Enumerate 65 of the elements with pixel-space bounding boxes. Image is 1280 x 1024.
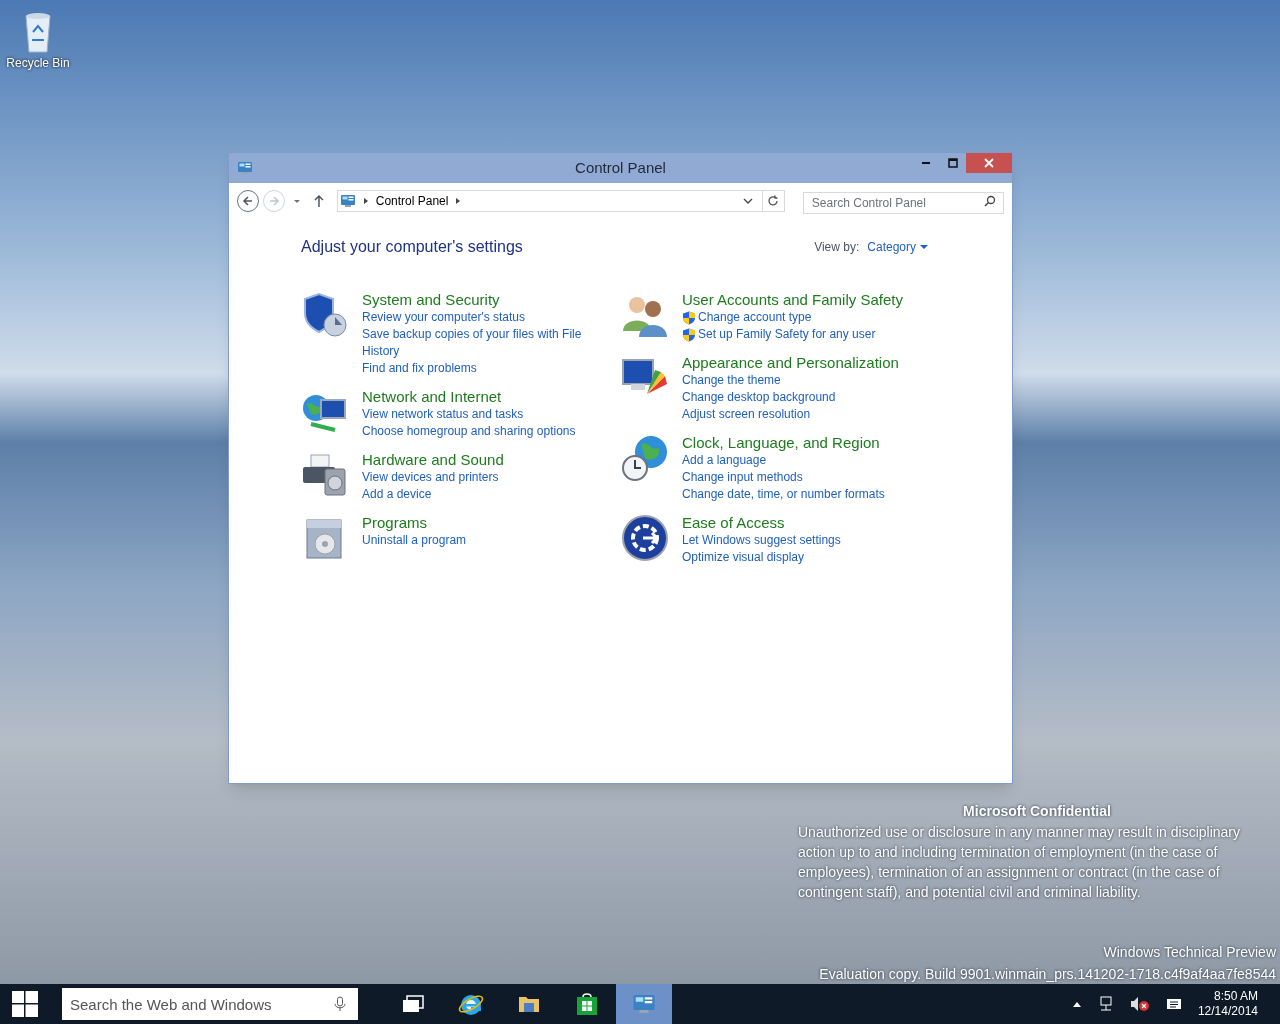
notice-text: Unauthorized use or disclosure in any manner may result in disciplinary action up to and including termination of employment (in the case of employees), termination of an assignment or contract (in the case of contingent staff), and potential civil and criminal liability. (798, 823, 1241, 902)
caret-icon (920, 243, 928, 251)
globe-clock-icon (621, 434, 669, 482)
back-arrow-icon (241, 195, 254, 207)
category-link[interactable]: Hardware and Sound (362, 451, 504, 469)
notice-title: Microsoft Confidential (963, 802, 1111, 821)
desktop-icon-label: Recycle Bin (6, 55, 70, 72)
printer-speaker-icon (301, 451, 349, 499)
task-link[interactable]: Review your computer's status (362, 309, 526, 326)
task-link[interactable]: Save backup copies of your files with File History (362, 326, 586, 360)
network-icon[interactable] (1097, 996, 1114, 1012)
task-link[interactable]: Find and fix problems (362, 360, 477, 377)
category-link[interactable]: User Accounts and Family Safety (682, 291, 903, 309)
search-field[interactable]: Search Control Panel (802, 192, 1004, 214)
category-link[interactable]: Clock, Language, and Region (682, 434, 885, 452)
task-link[interactable]: View network status and tasks (362, 406, 524, 423)
ease-of-access-icon (621, 514, 669, 562)
task-link[interactable]: View devices and printers (362, 469, 499, 486)
task-link[interactable]: Optimize visual display (682, 549, 805, 566)
control-panel-icon (237, 160, 253, 176)
control-panel-icon (632, 992, 656, 1016)
uac-shield-icon (682, 310, 696, 325)
task-link[interactable]: Adjust screen resolution (682, 406, 811, 423)
search-icon (984, 195, 996, 207)
store-bag-icon (575, 992, 599, 1016)
category-link[interactable]: Ease of Access (682, 514, 841, 532)
muted-speaker-icon[interactable] (1129, 996, 1150, 1012)
category-link[interactable]: Programs (362, 514, 467, 532)
build-text: Evaluation copy. Build 9901.winmain_prs.141202-1718.c4f9af4aa7fe8544 (819, 965, 1276, 984)
clock[interactable]: 8:50 AM 12/14/2014 (1197, 989, 1258, 1019)
task-link[interactable]: Uninstall a program (362, 532, 467, 549)
message-icon[interactable] (1165, 996, 1182, 1012)
task-link[interactable]: Set up Family Safety for any user (698, 326, 876, 343)
task-link[interactable]: Change the theme (682, 372, 781, 389)
close-icon (984, 158, 994, 168)
minimize-icon (921, 162, 930, 164)
address-bar[interactable]: Control Panel (336, 190, 785, 212)
category-link[interactable]: Appearance and Personalization (682, 354, 899, 372)
close-button[interactable] (966, 153, 1012, 173)
chevron-icon (361, 197, 370, 205)
refresh-icon[interactable] (767, 195, 780, 207)
task-link[interactable]: Add a language (682, 452, 767, 469)
task-link[interactable]: Change account type (698, 309, 812, 326)
windows-logo-icon (12, 991, 38, 1017)
category-link[interactable]: System and Security (362, 291, 586, 309)
task-link[interactable]: Change input methods (682, 469, 803, 486)
task-link[interactable]: Change date, time, or number formats (682, 486, 885, 503)
uac-shield-icon (682, 327, 696, 342)
breadcrumb-item[interactable]: Control Panel (375, 192, 449, 210)
taskbar-search-field[interactable]: Search the Web and Windows (62, 988, 358, 1020)
shield-icon (301, 291, 349, 339)
view-by-dropdown[interactable]: Category (867, 238, 928, 256)
view-by-label: View by: (814, 239, 860, 256)
task-link[interactable]: Choose homegroup and sharing options (362, 423, 576, 440)
task-link[interactable]: Let Windows suggest settings (682, 532, 841, 549)
task-link[interactable]: Change desktop background (682, 389, 836, 406)
microphone-icon[interactable] (332, 996, 348, 1012)
edition-text: Windows Technical Preview (1103, 943, 1276, 962)
control-panel-icon (339, 193, 356, 209)
forward-arrow-icon (267, 195, 280, 207)
maximize-icon (947, 158, 958, 168)
category-link[interactable]: Network and Internet (362, 388, 576, 406)
task-link[interactable]: Add a device (362, 486, 432, 503)
page-heading: Adjust your computer's settings (301, 237, 523, 257)
window-title: Control Panel (575, 157, 666, 178)
